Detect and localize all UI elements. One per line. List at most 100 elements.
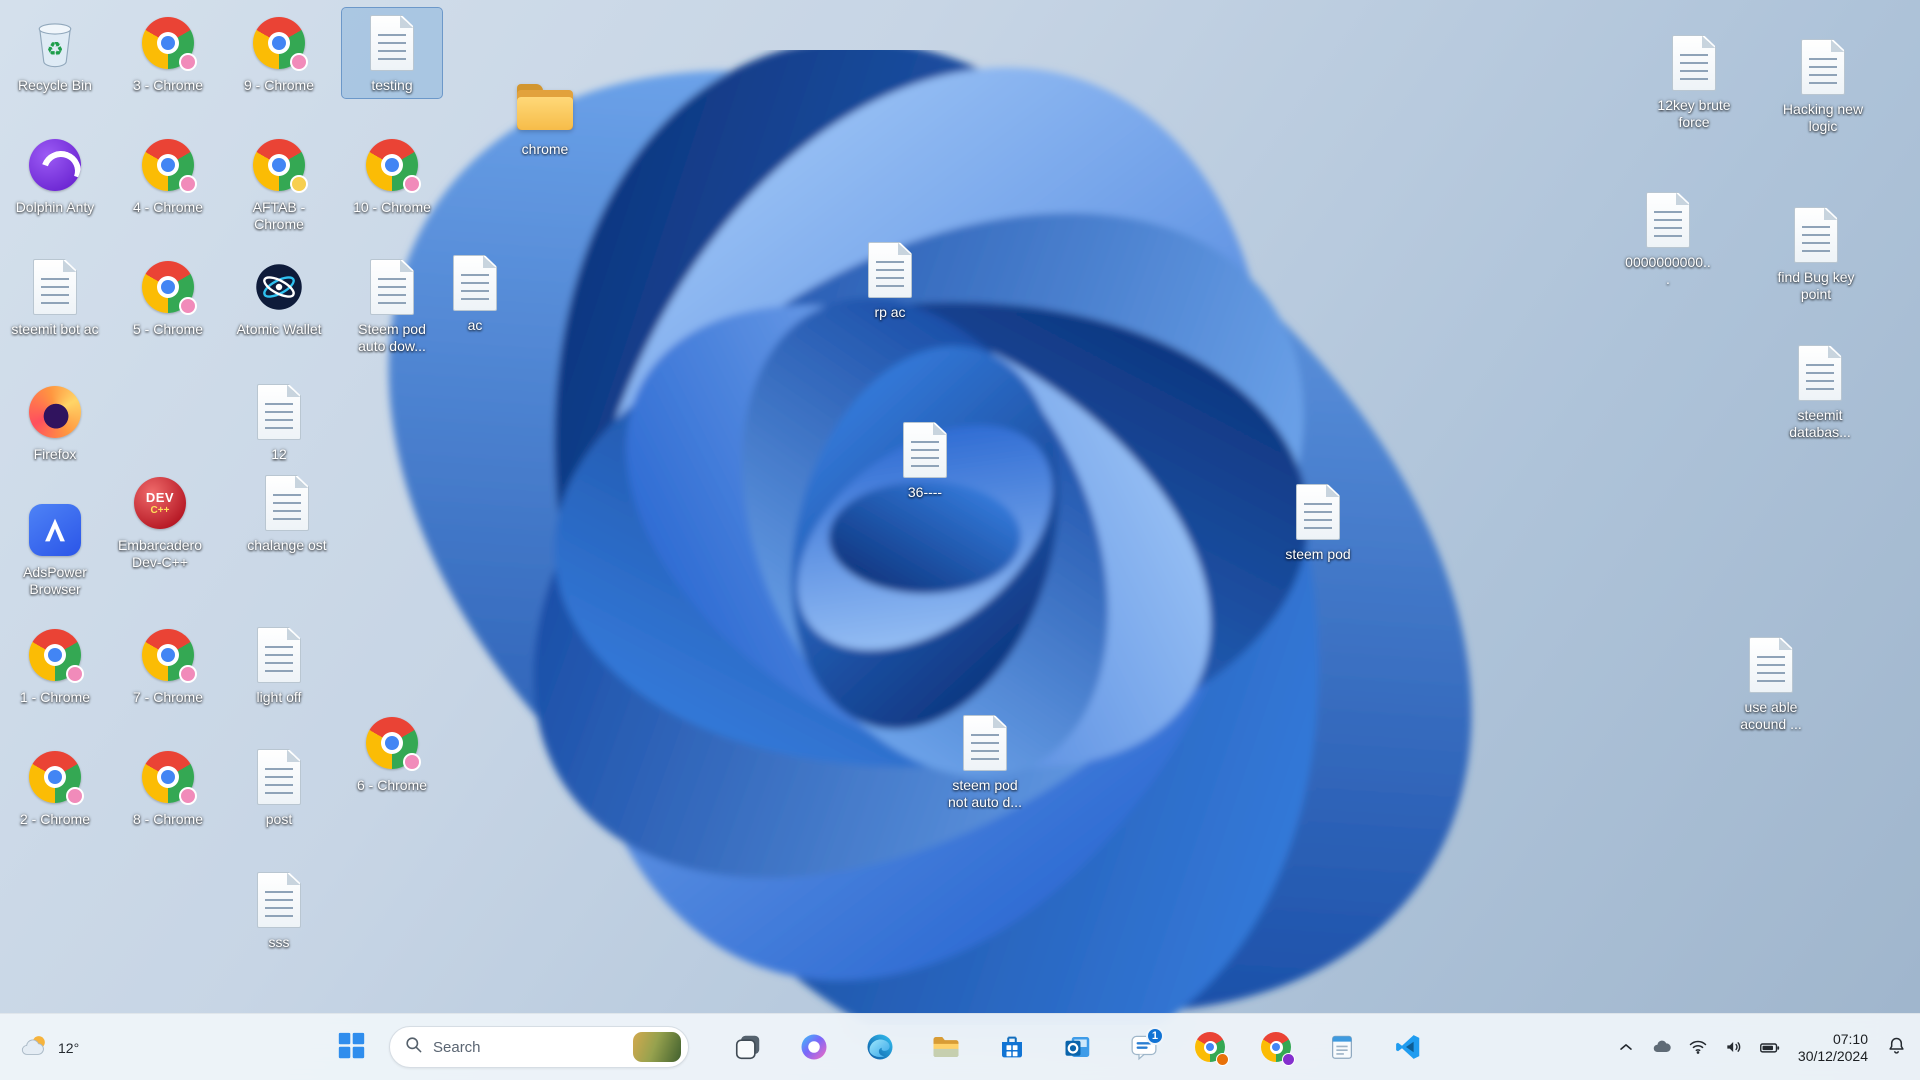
textfile-icon (1786, 205, 1846, 265)
desktop-icon-chrome-10[interactable]: 10 - Chrome (342, 130, 442, 220)
desktop-icon-chrome-9[interactable]: 9 - Chrome (229, 8, 329, 98)
desktop-icon-steemit-databas[interactable]: steemit databas... (1770, 338, 1870, 444)
desktop-icon-label: AdsPower Browser (23, 564, 87, 597)
outlook-taskbar-button[interactable] (1055, 1023, 1101, 1071)
textfile-icon (25, 257, 85, 317)
chrome-profile-2-taskbar-button[interactable] (1253, 1023, 1299, 1071)
desktop-icon-chrome-2[interactable]: 2 - Chrome (5, 742, 105, 832)
desktop-icon-firefox[interactable]: Firefox (5, 377, 105, 467)
desktop-icon-12key-brute-force[interactable]: 12key brute force (1644, 28, 1744, 134)
desktop-icon-adspower-browser[interactable]: AdsPower Browser (5, 495, 105, 601)
file-explorer-taskbar-button[interactable] (923, 1023, 969, 1071)
desktop-icon-chrome-3[interactable]: 3 - Chrome (118, 8, 218, 98)
bell-icon (1886, 1035, 1907, 1059)
chrome-icon (25, 747, 85, 807)
desktop-icon-label: chrome (521, 141, 569, 157)
desktop-icon-dolphin-anty[interactable]: Dolphin Anty (5, 130, 105, 220)
desktop-icon-recycle-bin[interactable]: ♻ Recycle Bin (5, 8, 105, 98)
desktop-icon-label: Atomic Wallet (236, 321, 322, 337)
clock[interactable]: 07:10 30/12/2024 (1788, 1028, 1878, 1067)
desktop-icon-light-off[interactable]: light off (229, 620, 329, 710)
edge-taskbar-button[interactable] (857, 1023, 903, 1071)
desktop-icon-chrome-5[interactable]: 5 - Chrome (118, 252, 218, 342)
volume-icon (1724, 1037, 1744, 1057)
desktop-icon-chrome-8[interactable]: 8 - Chrome (118, 742, 218, 832)
task-view-taskbar-button[interactable] (725, 1023, 771, 1071)
search-box[interactable]: Search (389, 1026, 689, 1068)
notepad-icon (1327, 1032, 1357, 1062)
desktop-icon-rp-ac[interactable]: rp ac (840, 235, 940, 325)
cloud-icon (1651, 1036, 1673, 1058)
copilot-taskbar-button[interactable] (791, 1023, 837, 1071)
desktop-icon-chalange-ost[interactable]: chalange ost (237, 468, 337, 558)
desktop-icon-chrome-6[interactable]: 6 - Chrome (342, 708, 442, 798)
desktop-icon-label: 6 - Chrome (356, 777, 428, 793)
folder-icon (515, 77, 575, 137)
chrome-icon (249, 135, 309, 195)
desktop-icon-steem-pod-not-auto[interactable]: steem pod not auto d... (935, 708, 1035, 814)
textfile-icon (1741, 635, 1801, 695)
taskbar-pinned-apps: 1 (715, 1023, 1441, 1071)
weather-widget[interactable]: 12° (8, 1019, 91, 1076)
desktop-icon-hacking-new-logic[interactable]: Hacking new logic (1773, 32, 1873, 138)
chevron-up-button[interactable] (1608, 1025, 1644, 1069)
desktop-icon-label: rp ac (874, 304, 906, 320)
battery-button[interactable] (1752, 1025, 1788, 1069)
desktop-icon-chrome-1[interactable]: 1 - Chrome (5, 620, 105, 710)
textfile-icon (249, 382, 309, 442)
desktop-icon-chrome-folder[interactable]: chrome (495, 72, 595, 162)
desktop-icon-label: steem pod (1285, 546, 1351, 562)
wifi-button[interactable] (1680, 1025, 1716, 1069)
desktop-icon-steemit-bot-ac[interactable]: steemit bot ac (5, 252, 105, 342)
desktop-icon-label: testing (371, 77, 413, 93)
desktop-icon-zeros-file[interactable]: 0000000000... (1618, 185, 1718, 291)
firefox-icon (25, 382, 85, 442)
desktop-icon-testing[interactable]: testing (341, 7, 443, 99)
desktop-icon-chrome-4[interactable]: 4 - Chrome (118, 130, 218, 220)
desktop-icon-use-able-acound[interactable]: use able acound ... (1721, 630, 1821, 736)
taskview-icon (733, 1032, 763, 1062)
desktop-icon-label: AFTAB - Chrome (252, 199, 306, 232)
chevron-up-icon (1616, 1037, 1636, 1057)
start-button[interactable] (327, 1023, 375, 1071)
desktop-icon-ac[interactable]: ac (425, 248, 525, 338)
desktop-icon-label: Firefox (33, 446, 77, 462)
notification-bell-button[interactable] (1878, 1025, 1914, 1069)
desktop-icon-file-12[interactable]: 12 (229, 377, 329, 467)
desktop-icon-embarcadero-dev-cpp[interactable]: DEV C++ Embarcadero Dev-C++ (110, 468, 210, 574)
cloud-button[interactable] (1644, 1025, 1680, 1069)
desktop-icon-post[interactable]: post (229, 742, 329, 832)
desktop-icon-steem-pod[interactable]: steem pod (1268, 477, 1368, 567)
volume-button[interactable] (1716, 1025, 1752, 1069)
textfile-icon (1793, 37, 1853, 97)
desktop-icon-find-bug-key-point[interactable]: find Bug key point (1766, 200, 1866, 306)
chrome-profile-1-taskbar-button[interactable] (1187, 1023, 1233, 1071)
desktop-icon-label: use able acound ... (1740, 699, 1802, 732)
recycle-icon: ♻ (25, 13, 85, 73)
teams-chat-taskbar-button[interactable]: 1 (1121, 1023, 1167, 1071)
chrome-icon (362, 713, 422, 773)
desktop-icon-atomic-wallet[interactable]: Atomic Wallet (229, 252, 329, 342)
desktop-icon-file-36[interactable]: 36---- (875, 415, 975, 505)
desktop-icon-label: 1 - Chrome (19, 689, 91, 705)
dolphin-icon (25, 135, 85, 195)
vscode-taskbar-button[interactable] (1385, 1023, 1431, 1071)
store-icon (997, 1032, 1027, 1062)
textfile-icon (955, 713, 1015, 773)
textfile-icon (362, 257, 422, 317)
desktop-icon-chrome-7[interactable]: 7 - Chrome (118, 620, 218, 710)
desktop-icon-sss[interactable]: sss (229, 865, 329, 955)
tray-icons (1608, 1025, 1788, 1069)
explorer-icon (931, 1032, 961, 1062)
desktop[interactable]: ♻ Recycle Bin Dolphin Anty steemit bot ac Fi… (0, 0, 1920, 1013)
search-placeholder: Search (433, 1038, 481, 1056)
textfile-icon (1288, 482, 1348, 542)
desktop-icon-label: 4 - Chrome (132, 199, 204, 215)
microsoft-store-taskbar-button[interactable] (989, 1023, 1035, 1071)
textfile-icon (249, 747, 309, 807)
desktop-icon-aftab-chrome[interactable]: AFTAB - Chrome (229, 130, 329, 236)
search-highlight-thumbnail[interactable] (633, 1032, 681, 1062)
notepad-taskbar-button[interactable] (1319, 1023, 1365, 1071)
desktop-icon-label: steemit bot ac (11, 321, 99, 337)
desktop-icon-label: Recycle Bin (18, 77, 92, 93)
